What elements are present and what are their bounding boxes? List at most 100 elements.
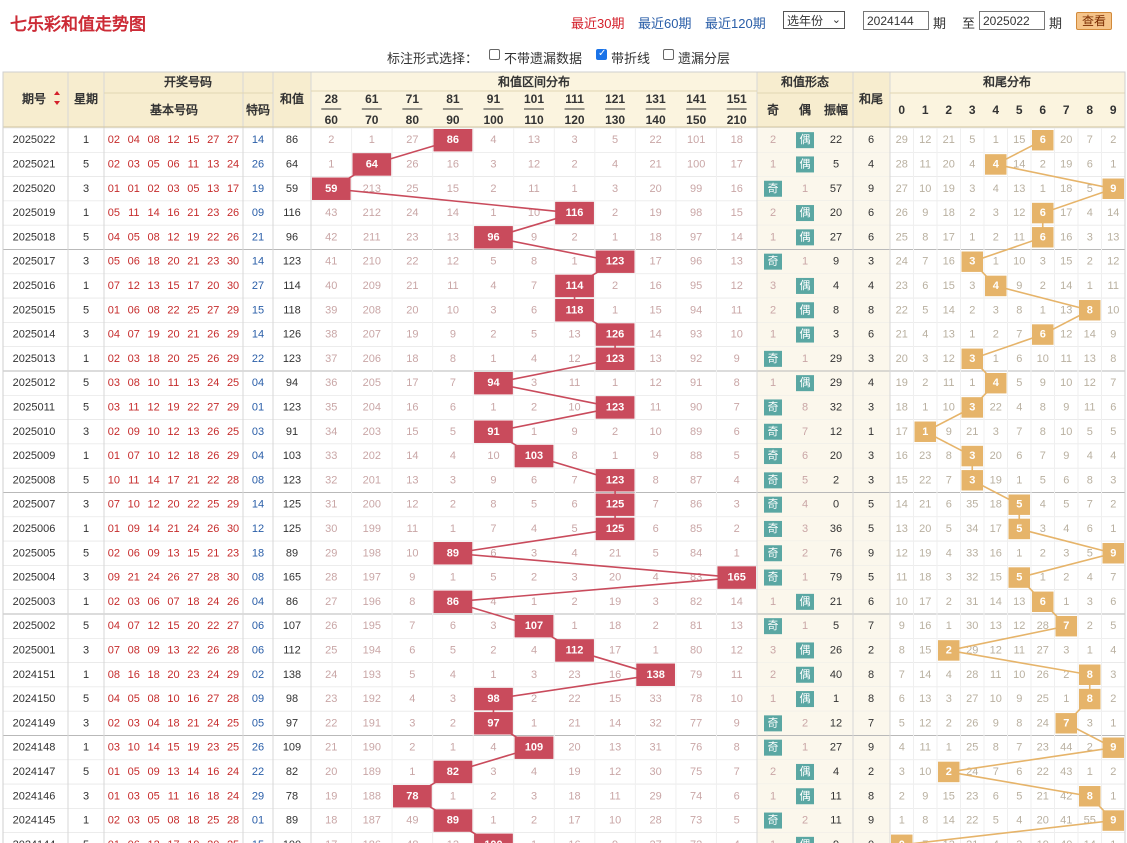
range-omission-cell: 35	[325, 401, 337, 413]
basic-number-cell: 22	[187, 644, 199, 656]
issue-cell: 2025016	[13, 280, 56, 292]
even-cell: 偶	[800, 303, 811, 316]
tail-omission-cell: 3	[969, 183, 975, 195]
tail-omission-cell: 10	[896, 596, 908, 608]
tail-omission-cell: 6	[1110, 596, 1116, 608]
even-cell: 偶	[800, 595, 811, 608]
tail-omission-cell: 7	[922, 256, 928, 268]
tail-omission-cell: 11	[1014, 231, 1025, 243]
basic-number-cell: 03	[128, 815, 140, 827]
basic-number-cell: 12	[167, 426, 179, 438]
weekday-cell: 1	[83, 207, 89, 219]
odd-cell: 2	[770, 669, 776, 681]
tail-omission-cell: 9	[1016, 693, 1022, 705]
basic-number-cell: 30	[227, 256, 239, 268]
tail-omission-cell: 16	[943, 256, 955, 268]
range-omission-cell: 4	[734, 474, 740, 486]
tail-cell: 9	[868, 183, 874, 195]
tail-omission-cell: 1	[1110, 717, 1116, 729]
range-omission-cell: 91	[690, 377, 702, 389]
basic-number-cell: 26	[207, 353, 219, 365]
sum-hit-value-top: 125	[606, 499, 624, 511]
range-label-high: 100	[483, 113, 503, 127]
basic-number-cell: 20	[207, 839, 219, 843]
range-omission-cell: 25	[406, 183, 418, 195]
tail-omission-cell: 3	[1040, 523, 1046, 535]
range-omission-cell: 17	[731, 158, 743, 170]
tail-omission-cell: 17	[943, 231, 955, 243]
special-number-cell: 14	[252, 329, 264, 341]
weekday-cell: 1	[83, 742, 89, 754]
tail-omission-cell: 12	[943, 353, 955, 365]
special-number-cell: 06	[252, 620, 264, 632]
basic-number-cell: 08	[148, 693, 160, 705]
range-omission-cell: 1	[571, 620, 577, 632]
tail-omission-cell: 3	[1087, 596, 1093, 608]
range-omission-cell: 20	[609, 572, 621, 584]
tail-omission-cell: 19	[896, 377, 908, 389]
range-omission-cell: 24	[406, 207, 418, 219]
range-omission-cell: 8	[653, 474, 659, 486]
tail-omission-cell: 7	[993, 766, 999, 778]
sum-cell: 138	[283, 669, 301, 681]
basic-number-cell: 10	[148, 377, 160, 389]
basic-number-cell: 20	[207, 280, 219, 292]
tail-omission-cell: 15	[943, 280, 955, 292]
basic-number-cell: 21	[187, 256, 199, 268]
range-omission-cell: 5	[653, 547, 659, 559]
basic-number-cell: 08	[108, 669, 120, 681]
sum-cell: 123	[283, 256, 301, 268]
tail-omission-cell: 2	[1110, 693, 1116, 705]
special-number-cell: 08	[252, 474, 264, 486]
tail-omission-cell: 3	[1087, 231, 1093, 243]
range-omission-cell: 11	[569, 377, 580, 389]
tail-omission-cell: 15	[990, 572, 1002, 584]
issue-cell: 2025001	[13, 644, 56, 656]
tail-omission-cell: 10	[990, 693, 1002, 705]
tail-omission-cell: 5	[1110, 426, 1116, 438]
odd-cell: 奇	[768, 352, 779, 365]
range-label-high: 60	[325, 113, 339, 127]
weekday-cell: 5	[83, 401, 89, 413]
range-omission-cell: 8	[409, 596, 415, 608]
tail-omission-cell: 3	[946, 693, 952, 705]
tail-cell: 6	[868, 134, 874, 146]
basic-number-cell: 19	[187, 231, 199, 243]
tail-omission-cell: 10	[1060, 377, 1072, 389]
range-omission-cell: 187	[363, 815, 381, 827]
basic-number-cell: 26	[207, 426, 219, 438]
weekday-cell: 5	[83, 158, 89, 170]
range-omission-cell: 4	[450, 669, 456, 681]
basic-number-cell: 25	[227, 742, 239, 754]
tail-omission-cell: 2	[1063, 572, 1069, 584]
tail-omission-cell: 6	[1016, 766, 1022, 778]
tail-omission-cell: 4	[1016, 815, 1022, 827]
range-omission-cell: 17	[406, 377, 418, 389]
range-label-high: 110	[524, 113, 544, 127]
tail-omission-cell: 9	[1063, 401, 1069, 413]
tail-cell: 1	[868, 426, 874, 438]
even-cell: 1	[802, 353, 808, 365]
range-label-low: 81	[446, 92, 460, 106]
tail-omission-cell: 23	[1037, 742, 1049, 754]
issue-cell: 2025020	[13, 183, 56, 195]
tail-cell: 0	[868, 839, 874, 843]
even-cell: 8	[802, 401, 808, 413]
basic-number-cell: 05	[128, 231, 140, 243]
range-omission-cell: 3	[653, 596, 659, 608]
tail-omission-cell: 2	[1110, 499, 1116, 511]
range-omission-cell: 6	[653, 523, 659, 535]
tail-hit-value-top: 2	[946, 644, 952, 656]
amplitude-cell: 4	[833, 766, 839, 778]
basic-number-cell: 23	[207, 742, 219, 754]
amplitude-cell: 12	[830, 717, 842, 729]
range-omission-cell: 189	[363, 766, 381, 778]
range-omission-cell: 6	[571, 499, 577, 511]
tail-omission-cell: 19	[943, 183, 955, 195]
range-omission-cell: 8	[490, 499, 496, 511]
range-omission-cell: 48	[406, 839, 418, 843]
range-omission-cell: 21	[406, 280, 418, 292]
weekday-cell: 1	[83, 815, 89, 827]
tail-hit-value-top: 0	[899, 839, 905, 843]
basic-number-cell: 15	[187, 134, 199, 146]
